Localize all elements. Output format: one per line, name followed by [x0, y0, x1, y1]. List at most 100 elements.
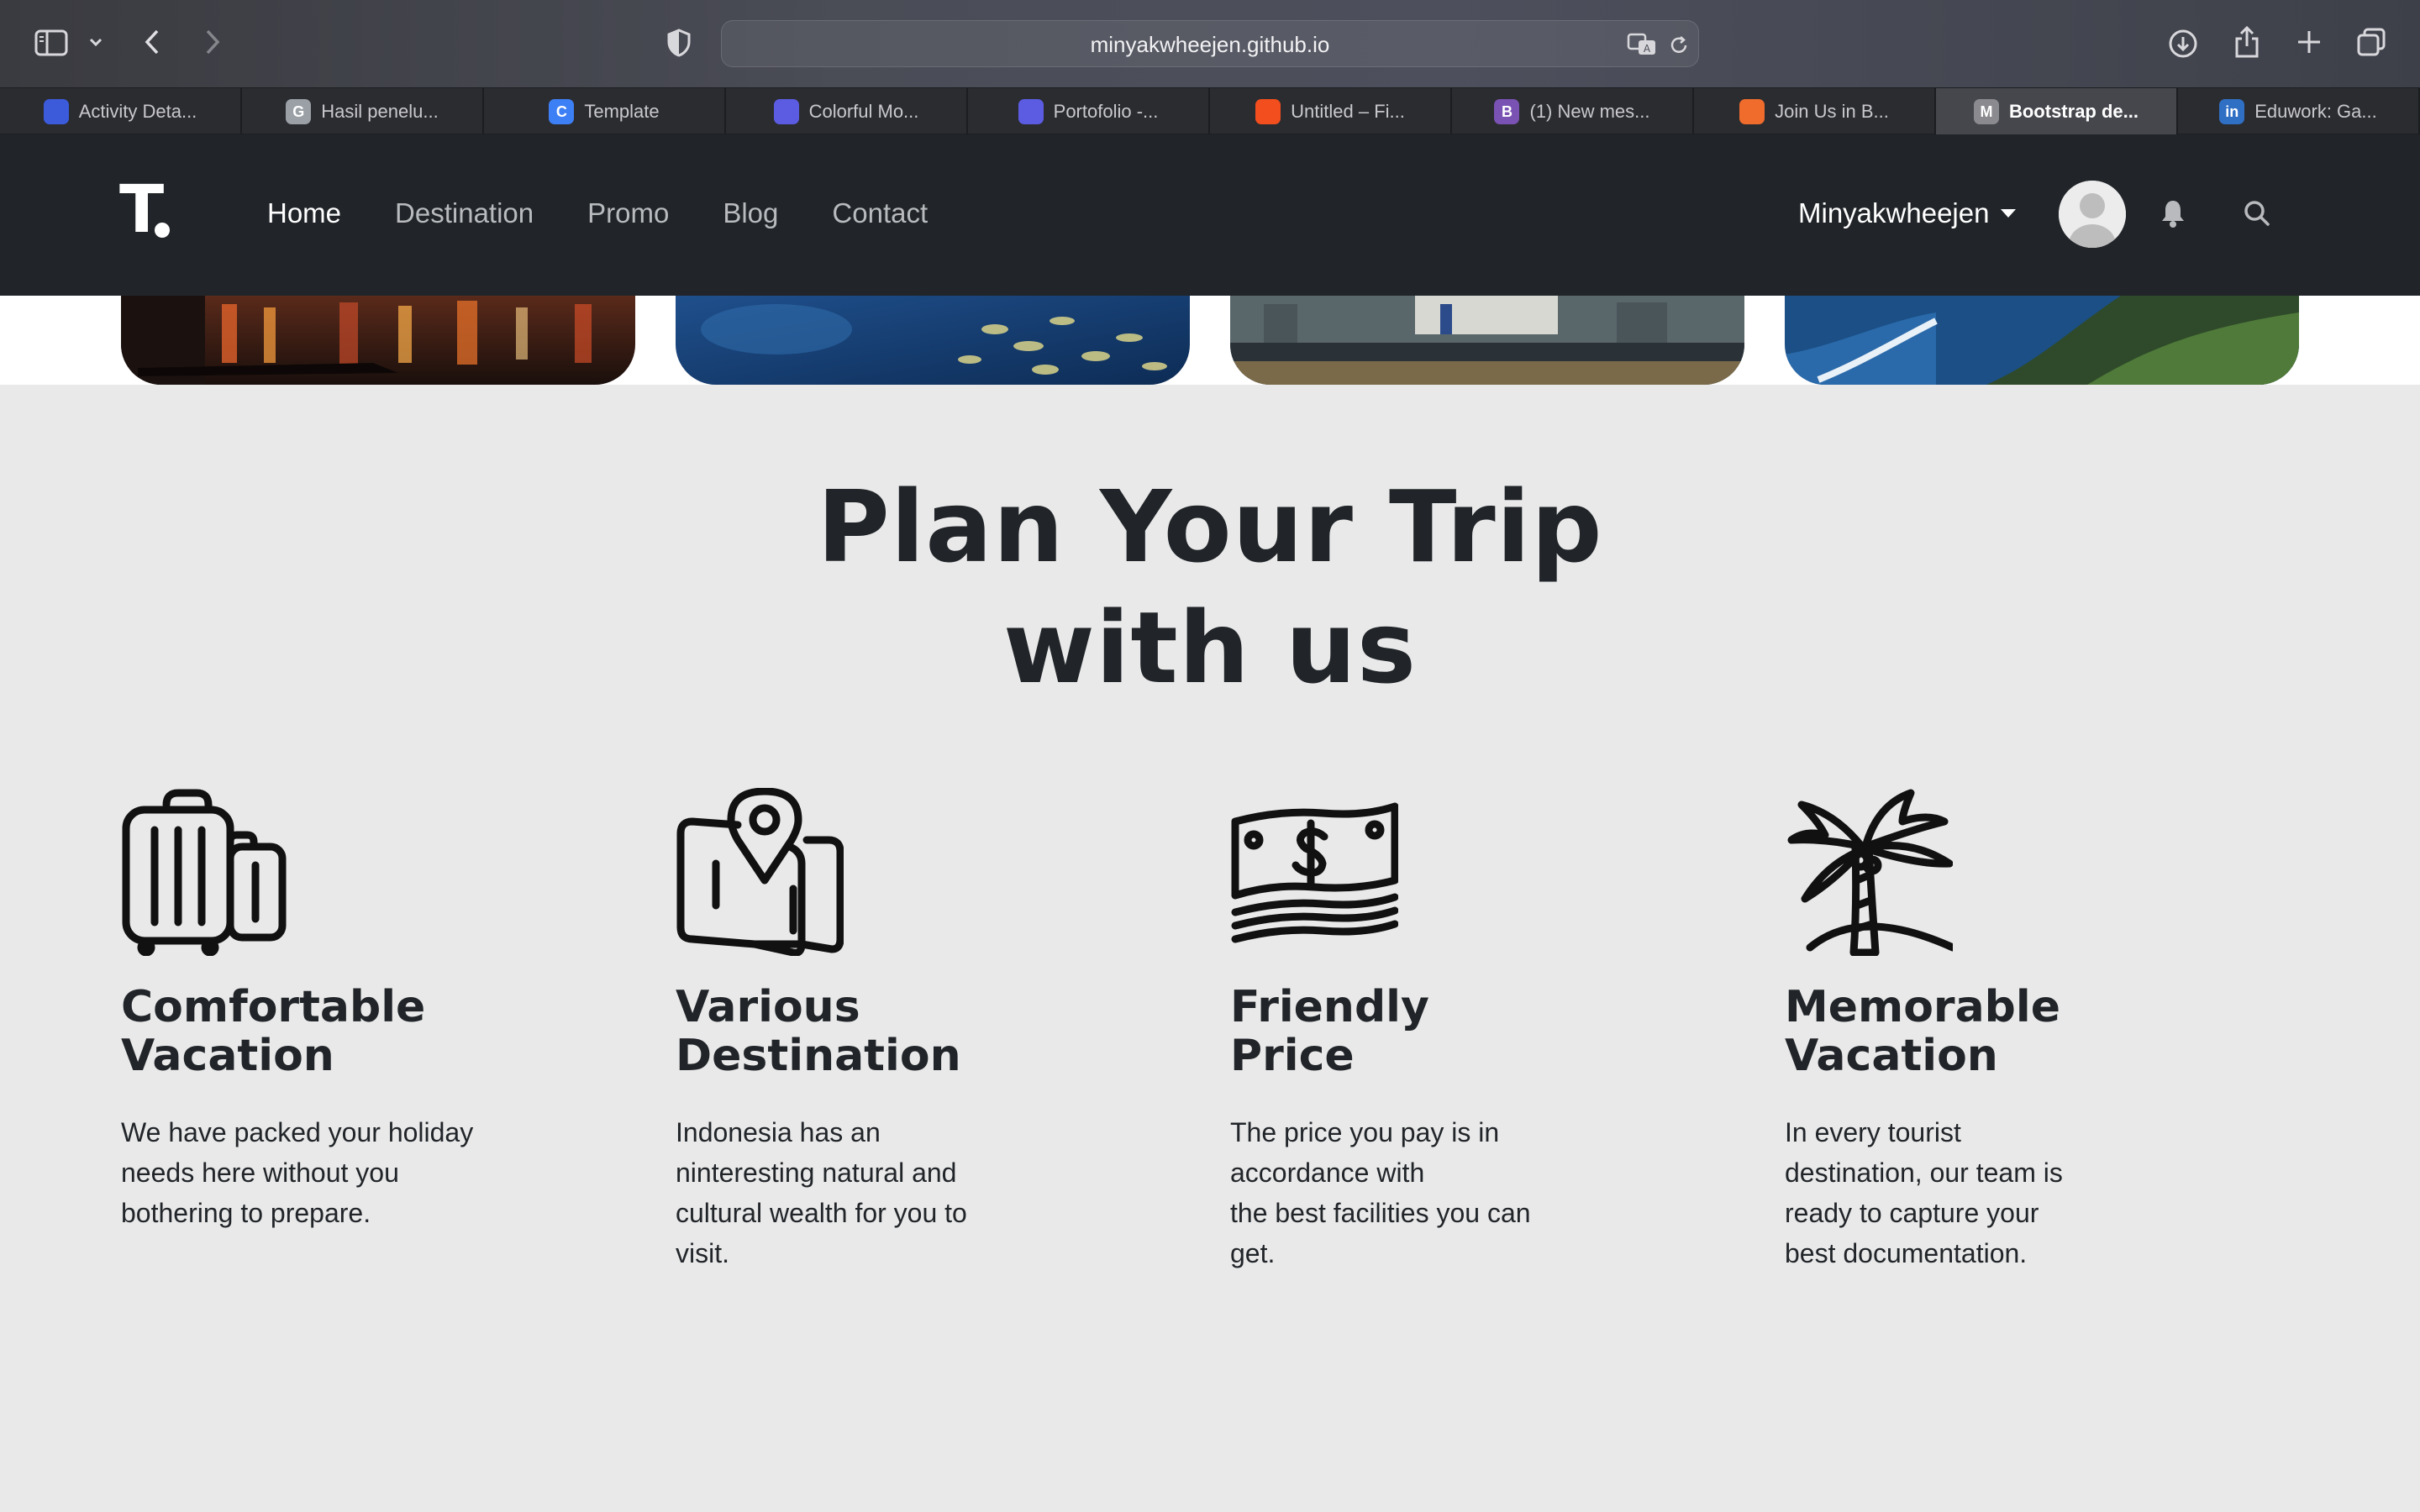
- money-icon: [1231, 802, 1398, 943]
- description-line: ready to capture your: [1785, 1198, 2039, 1228]
- feature-title-line: Comfortable: [121, 982, 426, 1032]
- activity-favicon: [43, 99, 69, 124]
- tab-bar: Activity Deta... G Hasil penelu... C Templat…: [0, 87, 2420, 135]
- browser-tab[interactable]: Activity Deta...: [0, 88, 242, 135]
- feature-title: Friendly Price: [1230, 983, 1583, 1080]
- description-line: the best facilities you can: [1230, 1198, 1531, 1228]
- user-name: Minyakwheejen: [1798, 197, 1990, 228]
- new-tab-icon[interactable]: [2294, 27, 2324, 57]
- feature-title: Various Destination: [676, 983, 1028, 1080]
- chevron-down-icon[interactable]: [86, 32, 106, 52]
- tab-label: Hasil penelu...: [321, 101, 439, 122]
- address-bar[interactable]: minyakwheejen.github.io A: [721, 20, 1699, 67]
- feature-title-line: Various: [676, 982, 860, 1032]
- sidebar-toggle-icon[interactable]: [32, 27, 71, 59]
- description-line: We have packed your holiday: [121, 1117, 474, 1147]
- bell-icon[interactable]: [2158, 197, 2188, 230]
- nav-link-blog[interactable]: Blog: [723, 190, 778, 237]
- svg-text:A: A: [1644, 43, 1651, 55]
- nav-link-contact[interactable]: Contact: [832, 190, 928, 237]
- temple-photo[interactable]: [1230, 296, 1744, 385]
- browser-tab[interactable]: G Hasil penelu...: [242, 88, 484, 135]
- feature-description: Indonesia has an ninteresting natural an…: [676, 1112, 1146, 1273]
- user-dropdown[interactable]: Minyakwheejen: [1798, 190, 2017, 237]
- brand-logo[interactable]: T: [119, 168, 164, 252]
- bootstrap-favicon: B: [1494, 99, 1520, 124]
- description-line: get.: [1230, 1238, 1276, 1268]
- browser-tab[interactable]: Untitled – Fi...: [1210, 88, 1452, 135]
- description-line: needs here without you: [121, 1158, 399, 1188]
- site-navbar: T Home Destination Promo Blog Contact Minyak…: [0, 134, 2420, 296]
- nav-link-home[interactable]: Home: [267, 190, 341, 237]
- download-icon[interactable]: [2166, 27, 2200, 60]
- translate-icon[interactable]: A: [1626, 31, 1660, 58]
- description-line: bothering to prepare.: [121, 1198, 371, 1228]
- underwater-fish-photo[interactable]: [676, 296, 1190, 385]
- feature-title-line: Friendly: [1230, 982, 1429, 1032]
- fox-favicon: [1739, 99, 1765, 124]
- google-favicon: G: [286, 99, 312, 124]
- medium-favicon: M: [1973, 99, 1999, 124]
- description-line: destination, our team is: [1785, 1158, 2063, 1188]
- tab-label: Activity Deta...: [78, 101, 197, 122]
- canva-favicon: C: [549, 99, 575, 124]
- tab-label: Portofolio -...: [1053, 101, 1159, 122]
- nav-link-destination[interactable]: Destination: [395, 190, 534, 237]
- back-icon[interactable]: [139, 25, 165, 59]
- nav-link-promo[interactable]: Promo: [587, 190, 669, 237]
- coastal-cliff-photo[interactable]: [1785, 296, 2299, 385]
- feature-title-line: Price: [1230, 1031, 1355, 1081]
- feature-card: Friendly Price The price you pay is in a…: [1230, 788, 1701, 1273]
- sunset-harbor-photo[interactable]: [121, 296, 635, 385]
- privacy-shield-icon[interactable]: [664, 27, 694, 59]
- description-line: best documentation.: [1785, 1238, 2028, 1268]
- description-line: In every tourist: [1785, 1117, 1961, 1147]
- browser-tab[interactable]: M Bootstrap de...: [1936, 88, 2178, 135]
- tab-label: Untitled – Fi...: [1291, 101, 1405, 122]
- reload-icon[interactable]: [1666, 33, 1691, 58]
- linkedin-favicon: in: [2219, 99, 2245, 124]
- forward-icon[interactable]: [200, 25, 225, 59]
- avatar[interactable]: [2059, 181, 2126, 248]
- feature-title-line: Vacation: [121, 1031, 334, 1081]
- feature-description: In every tourist destination, our team i…: [1785, 1112, 2255, 1273]
- tab-overview-icon[interactable]: [2354, 25, 2388, 59]
- browser-tab[interactable]: Portofolio -...: [968, 88, 1210, 135]
- brand-logo-dot: [155, 223, 170, 238]
- destination-photos: [0, 296, 2420, 385]
- browser-tab[interactable]: Colorful Mo...: [726, 88, 968, 135]
- tab-label: Join Us in B...: [1775, 101, 1889, 122]
- palm-tree-icon: [1787, 789, 1953, 956]
- tab-label: (1) New mes...: [1529, 101, 1650, 122]
- slides-favicon: [773, 99, 799, 124]
- browser-tab[interactable]: Join Us in B...: [1694, 88, 1936, 135]
- browser-toolbar: minyakwheejen.github.io A: [0, 0, 2420, 87]
- feature-title: Comfortable Vacation: [121, 983, 474, 1080]
- tab-label: Colorful Mo...: [808, 101, 919, 122]
- caret-down-icon: [2001, 209, 2017, 218]
- heading-line-1: Plan Your Trip: [817, 469, 1603, 585]
- section-heading: Plan Your Trip with us: [0, 466, 2420, 708]
- browser-tab[interactable]: C Template: [484, 88, 726, 135]
- luggage-icon: [122, 789, 287, 956]
- feature-card: Comfortable Vacation We have packed your…: [121, 788, 592, 1233]
- share-icon[interactable]: [2232, 24, 2262, 60]
- browser-tab[interactable]: B (1) New mes...: [1452, 88, 1694, 135]
- feature-title-line: Destination: [676, 1031, 961, 1081]
- tab-label: Bootstrap de...: [2008, 101, 2139, 122]
- url-text: minyakwheejen.github.io: [1090, 32, 1330, 57]
- description-line: visit.: [676, 1238, 729, 1268]
- feature-card: Various Destination Indonesia has an nin…: [676, 788, 1146, 1273]
- search-icon[interactable]: [2242, 198, 2272, 228]
- description-line: accordance with: [1230, 1158, 1425, 1188]
- feature-description: We have packed your holiday needs here w…: [121, 1112, 592, 1233]
- slides-favicon: [1018, 99, 1044, 124]
- description-line: The price you pay is in: [1230, 1117, 1500, 1147]
- tab-label: Template: [584, 101, 660, 122]
- tab-label: Eduwork: Ga...: [2254, 101, 2377, 122]
- description-line: cultural wealth for you to: [676, 1198, 967, 1228]
- map-pin-icon: [676, 788, 844, 956]
- feature-title-line: Vacation: [1785, 1031, 1998, 1081]
- browser-tab[interactable]: in Eduwork: Ga...: [2178, 88, 2420, 135]
- feature-title-line: Memorable: [1785, 982, 2060, 1032]
